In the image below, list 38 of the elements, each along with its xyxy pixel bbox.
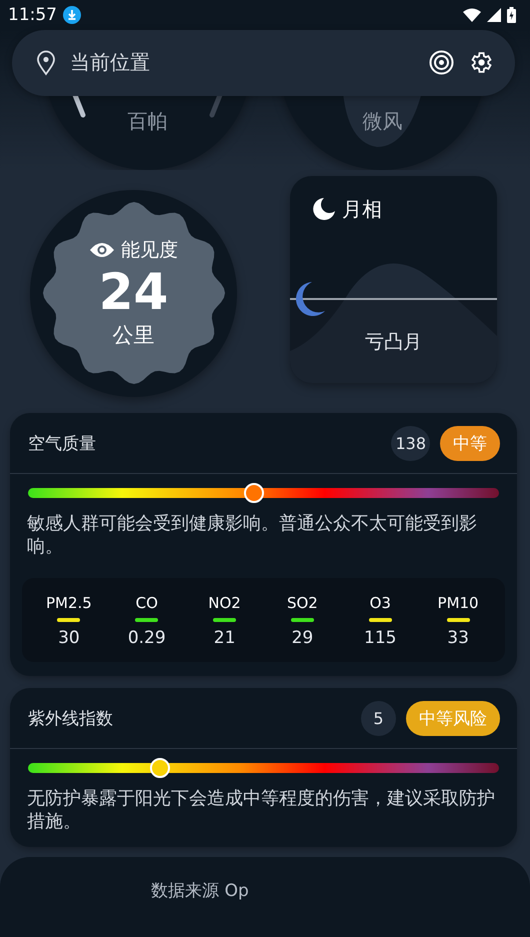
pollutant-name: O3 bbox=[370, 594, 391, 612]
pollutant-value: 29 bbox=[292, 628, 314, 648]
wifi-icon bbox=[463, 8, 481, 22]
moon-title: 月相 bbox=[342, 196, 382, 223]
pollutant-name: CO bbox=[136, 594, 158, 612]
index-value: 5 bbox=[361, 700, 396, 736]
pollutant-value: 21 bbox=[214, 628, 236, 648]
pollutant-name: PM2.5 bbox=[46, 594, 92, 612]
download-icon bbox=[63, 6, 81, 24]
eye-icon bbox=[89, 242, 115, 258]
status-time: 11:57 bbox=[8, 4, 57, 25]
gauge-label: 百帕 bbox=[128, 108, 168, 135]
pollutant-name: PM10 bbox=[438, 594, 479, 612]
pollutant-value: 115 bbox=[364, 628, 396, 648]
card-title: 紫外线指数 bbox=[28, 708, 114, 730]
index-description: 无防护暴露于阳光下会造成中等程度的伤害，建议采取防护措施。 bbox=[27, 787, 496, 834]
pollutant-name: NO2 bbox=[208, 594, 241, 612]
index-value: 138 bbox=[391, 426, 430, 461]
locate-button[interactable] bbox=[429, 50, 454, 76]
visibility-value: 24 bbox=[98, 267, 168, 318]
moon-icon bbox=[312, 197, 336, 222]
battery-icon bbox=[507, 6, 516, 23]
card-title: 空气质量 bbox=[28, 432, 97, 455]
pollutant-value: 0.29 bbox=[128, 628, 166, 648]
level-label: 中等 bbox=[440, 426, 500, 461]
pollutant-name: SO2 bbox=[286, 594, 318, 612]
visibility-title: 能见度 bbox=[121, 238, 178, 264]
moon-phase-text: 亏凸月 bbox=[364, 330, 423, 355]
location-text: 当前位置 bbox=[70, 49, 151, 76]
signal-icon bbox=[487, 8, 501, 22]
pollutant-value: 30 bbox=[58, 628, 80, 648]
index-description: 敏感人群可能会受到健康影响。普通公众不太可能受到影响。 bbox=[27, 512, 478, 558]
gauge-label: 微风 bbox=[362, 108, 402, 135]
level-label: 中等风险 bbox=[406, 700, 500, 736]
visibility-unit: 公里 bbox=[112, 322, 154, 350]
location-pin-icon bbox=[36, 50, 56, 76]
data-source-text: 数据来源 Op bbox=[151, 880, 249, 904]
pollutant-value: 33 bbox=[447, 628, 469, 648]
